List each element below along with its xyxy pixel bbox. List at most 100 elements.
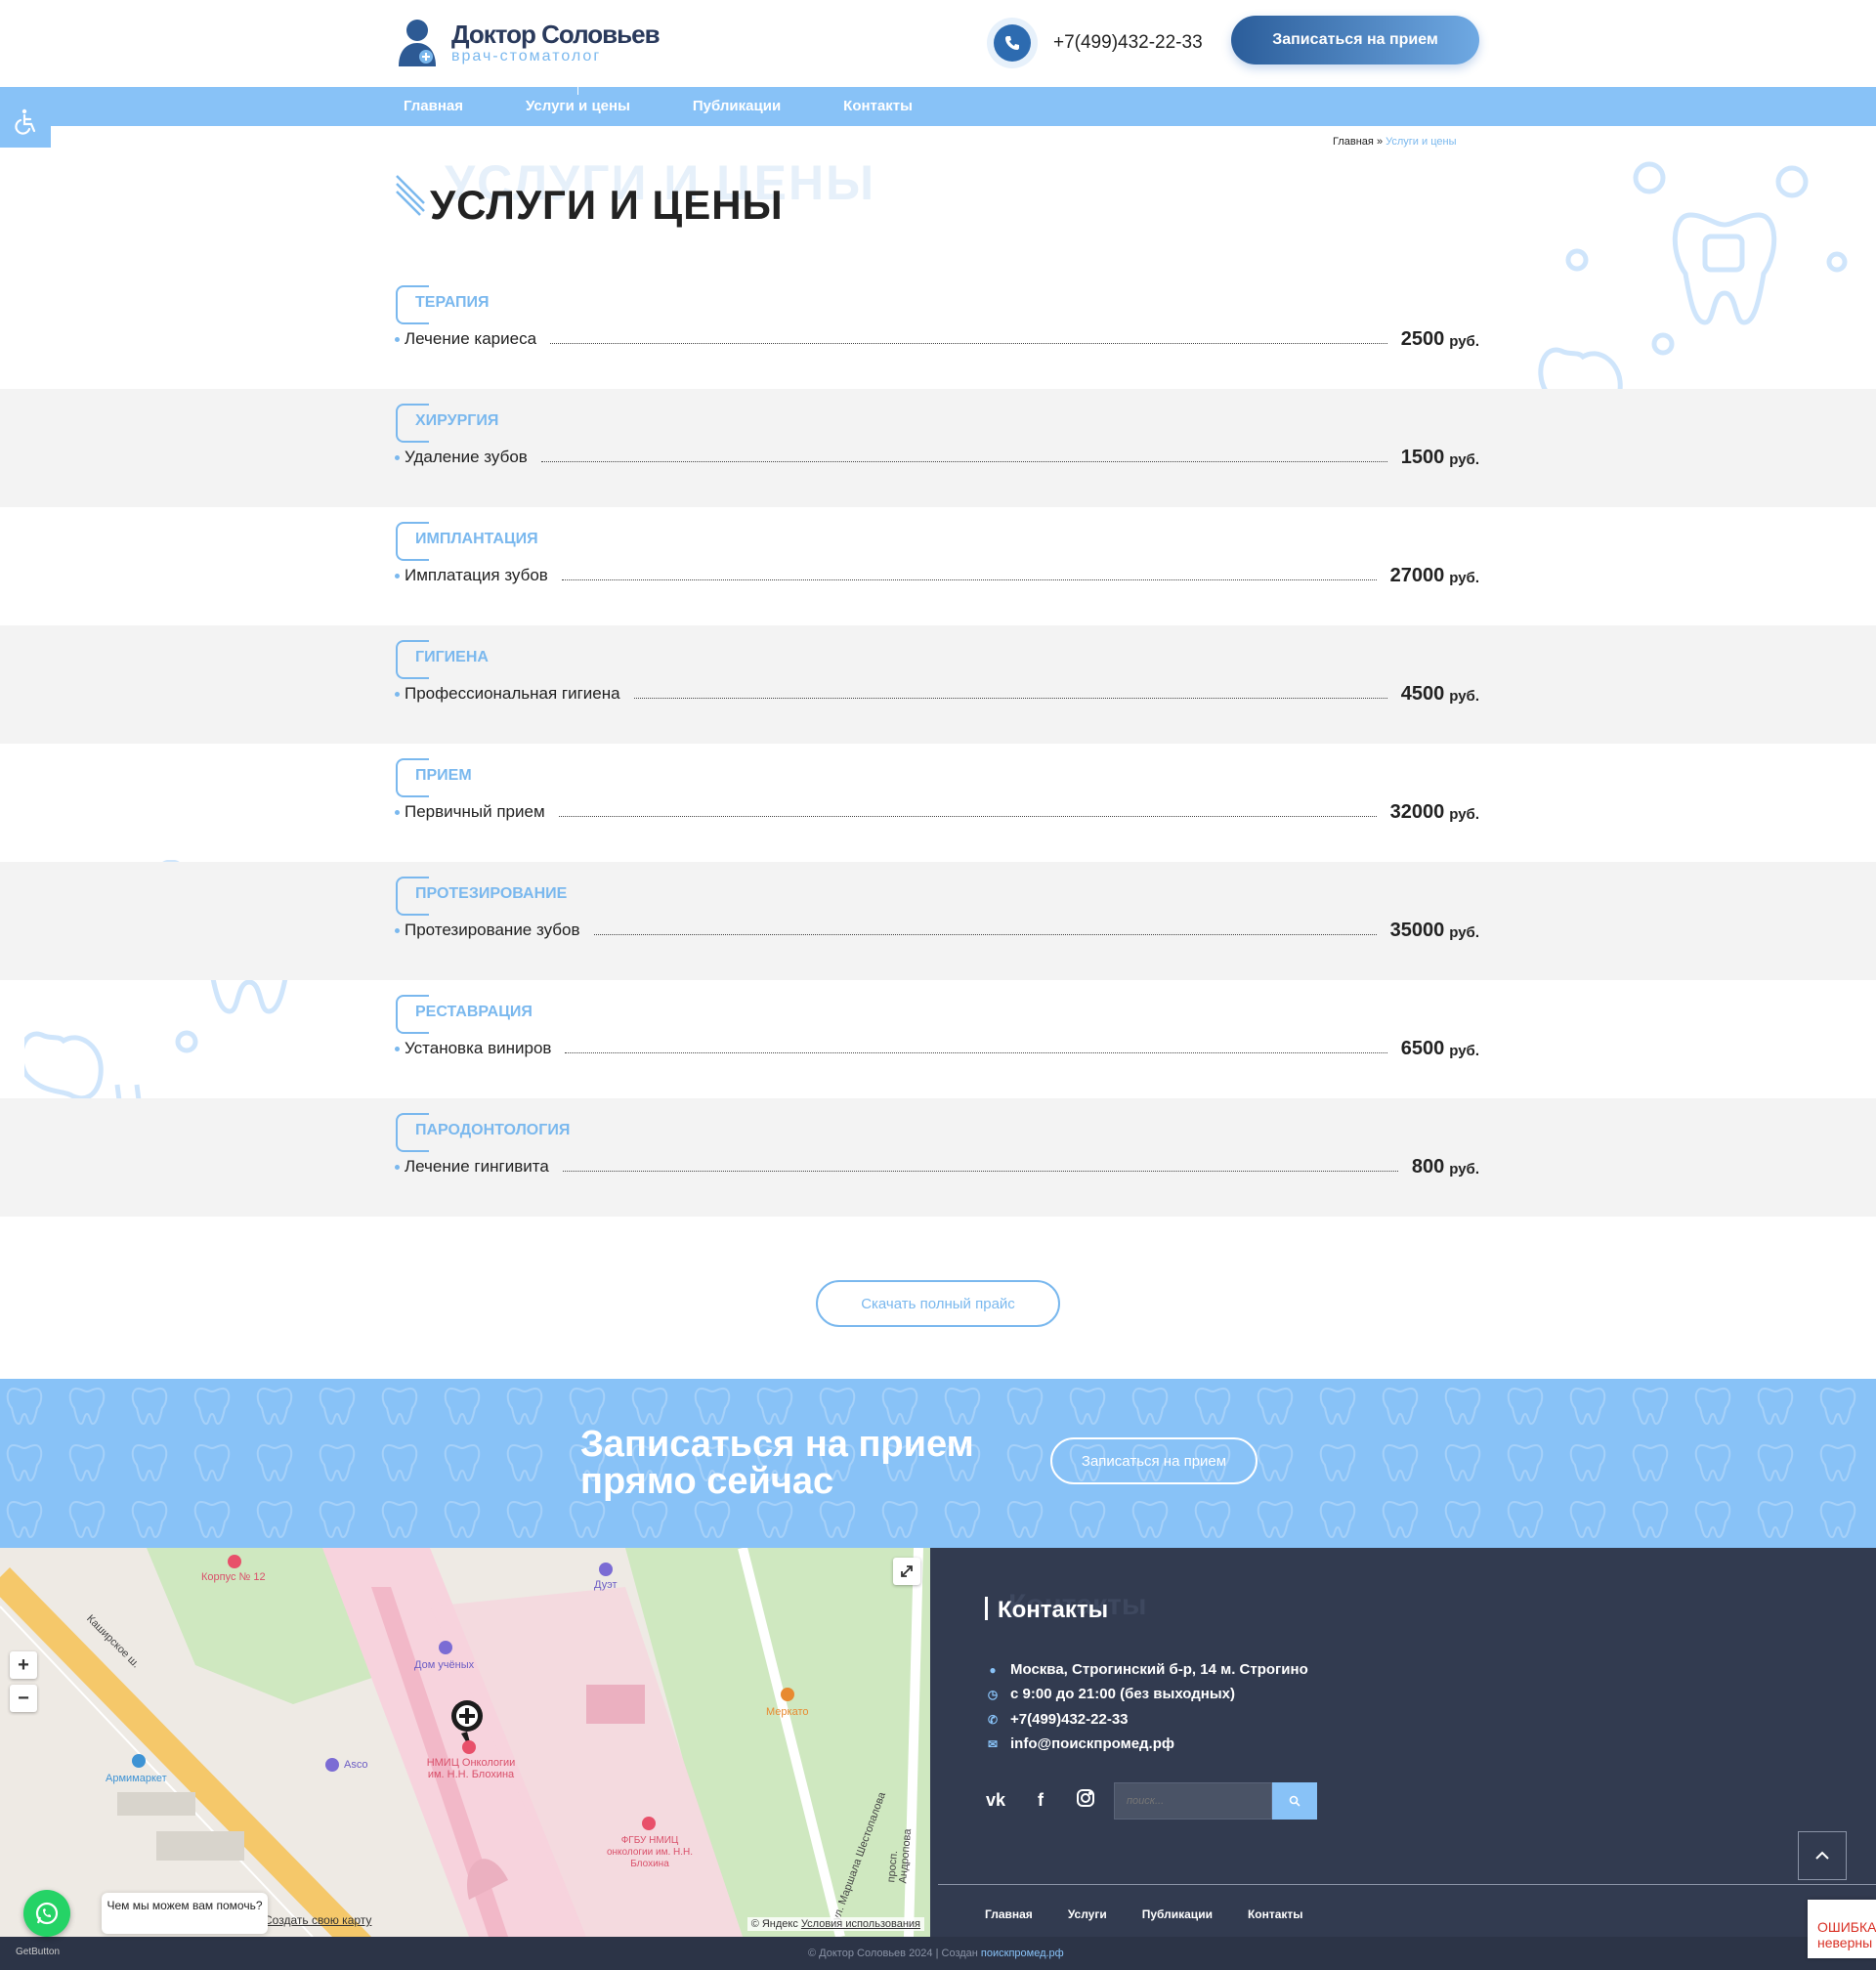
contact-email[interactable]: ✉ info@поискпромед.рф <box>985 1735 1174 1752</box>
bullet-icon <box>395 928 400 933</box>
service-price: 1500 <box>1400 447 1445 468</box>
logo[interactable]: Доктор Соловьев врач-стоматолог <box>395 18 661 68</box>
service-category: РЕСТАВРАЦИЯ <box>415 1004 533 1020</box>
breadcrumb-current: Услуги и цены <box>1386 136 1457 148</box>
service-name: Лечение гингивита <box>405 1157 549 1176</box>
zoom-out-button[interactable]: − <box>10 1685 37 1712</box>
service-line: Удаление зубов 1500 руб. <box>395 440 1479 469</box>
nav-item-services[interactable]: Услуги и цены <box>517 87 639 126</box>
book-appointment-button[interactable]: Записаться на прием <box>1231 16 1479 64</box>
chat-prompt-bubble[interactable]: Чем мы можем вам помочь? <box>102 1893 268 1934</box>
search-input[interactable] <box>1114 1782 1272 1820</box>
page-title: УСЛУГИ И ЦЕНЫ <box>430 182 784 228</box>
zoom-in-button[interactable]: + <box>10 1651 37 1679</box>
map-label[interactable]: Корпус № 12 <box>201 1571 266 1583</box>
service-line: Лечение кариеса 2500 руб. <box>395 321 1479 351</box>
bullet-icon <box>395 1047 400 1051</box>
search-button[interactable] <box>1272 1782 1317 1820</box>
service-row: ПРОТЕЗИРОВАНИЕ Протезирование зубов 3500… <box>0 862 1876 980</box>
envelope-icon: ✉ <box>987 1736 999 1751</box>
service-name: Протезирование зубов <box>405 921 580 939</box>
getbutton-brand[interactable]: GetButton <box>16 1947 60 1957</box>
header-phone[interactable]: +7(499)432-22-33 <box>987 18 1203 68</box>
footer-nav-publications[interactable]: Публикации <box>1142 1907 1213 1921</box>
price-unit: руб. <box>1449 1161 1479 1178</box>
cta-book-button[interactable]: Записаться на прием <box>1050 1437 1258 1484</box>
phone-icon <box>1005 36 1019 50</box>
map-label[interactable]: Дом учёных <box>414 1659 474 1671</box>
whatsapp-icon <box>35 1902 59 1925</box>
site-header: Доктор Соловьев врач-стоматолог +7(499)4… <box>0 0 1876 87</box>
service-category: ПРОТЕЗИРОВАНИЕ <box>415 885 568 902</box>
instagram-icon[interactable] <box>1075 1788 1096 1813</box>
map-label[interactable]: Армимаркет <box>106 1773 167 1784</box>
service-row: ХИРУРГИЯ Удаление зубов 1500 руб. <box>0 389 1876 507</box>
title-stripes-icon <box>396 175 425 216</box>
copyright: © Доктор Соловьев 2024 | Создан поискпро… <box>808 1948 1064 1959</box>
map-label[interactable]: Меркато <box>766 1706 808 1718</box>
service-category: ПАРОДОНТОЛОГИЯ <box>415 1122 571 1138</box>
price-unit: руб. <box>1449 688 1479 705</box>
nav-item-home[interactable]: Главная <box>395 87 472 126</box>
service-line: Лечение гингивита 800 руб. <box>395 1149 1479 1178</box>
contacts-title: Контакты <box>998 1597 1109 1623</box>
service-price: 27000 <box>1389 565 1445 586</box>
vk-icon[interactable]: vk <box>985 1790 1006 1811</box>
bullet-icon <box>395 1165 400 1170</box>
service-line: Протезирование зубов 35000 руб. <box>395 913 1479 942</box>
fullscreen-button[interactable] <box>893 1558 920 1585</box>
service-line: Установка виниров 6500 руб. <box>395 1031 1479 1060</box>
nav-item-contacts[interactable]: Контакты <box>834 87 921 126</box>
expand-icon <box>901 1565 913 1577</box>
dotted-leader <box>561 579 1377 580</box>
map-attribution: © Яндекс Условия использования <box>746 1917 924 1931</box>
service-row: ПАРОДОНТОЛОГИЯ Лечение гингивита 800 руб… <box>0 1098 1876 1217</box>
doctor-logo-icon <box>399 20 436 66</box>
dotted-leader <box>562 1171 1398 1172</box>
footer-nav-contacts[interactable]: Контакты <box>1248 1907 1303 1921</box>
dotted-leader <box>558 816 1377 817</box>
service-name: Имплатация зубов <box>405 566 548 584</box>
map-label[interactable]: Дуэт <box>594 1579 617 1591</box>
map-terms-link[interactable]: Условия использования <box>801 1918 920 1930</box>
footer-nav-home[interactable]: Главная <box>985 1907 1033 1921</box>
service-price: 800 <box>1411 1156 1445 1178</box>
phone-icon-wrap <box>987 18 1038 68</box>
contact-address: ● Москва, Строгинский б-р, 14 м. Строгин… <box>985 1661 1307 1678</box>
main-nav: Главная Услуги и цены Публикации Контакт… <box>0 87 1876 126</box>
service-row: ПРИЕМ Первичный прием 32000 руб. <box>0 744 1876 862</box>
email-text[interactable]: info@поискпромед.рф <box>1010 1735 1174 1752</box>
price-unit: руб. <box>1449 570 1479 586</box>
breadcrumb-home[interactable]: Главная <box>1333 136 1374 148</box>
footer-nav-services[interactable]: Услуги <box>1068 1907 1107 1921</box>
service-row: ТЕРАПИЯ Лечение кариеса 2500 руб. <box>0 271 1876 389</box>
facebook-icon[interactable]: f <box>1030 1790 1051 1811</box>
cta-title-line1: Записаться на прием <box>580 1424 974 1465</box>
contact-phone[interactable]: ✆ +7(499)432-22-33 <box>985 1711 1129 1728</box>
create-map-link[interactable]: Создать свою карту <box>264 1913 371 1927</box>
yandex-map[interactable]: Корпус № 12 Дом учёных Дуэт Армимаркет A… <box>0 1548 930 1937</box>
accessibility-button[interactable] <box>0 97 51 148</box>
yandex-copyright: © Яндекс <box>750 1918 798 1930</box>
map-label[interactable]: НМИЦ Онкологии им. Н.Н. Блохина <box>422 1757 520 1780</box>
contact-hours: ◷ с 9:00 до 21:00 (без выходных) <box>985 1686 1235 1702</box>
creator-link[interactable]: поискпромед.рф <box>981 1948 1064 1959</box>
phone-number: +7(499)432-22-33 <box>1053 32 1203 53</box>
price-unit: руб. <box>1449 924 1479 941</box>
download-price-button[interactable]: Скачать полный прайс <box>816 1280 1060 1327</box>
price-unit: руб. <box>1449 806 1479 823</box>
phone-text[interactable]: +7(499)432-22-33 <box>1010 1711 1129 1728</box>
wheelchair-icon <box>15 108 36 135</box>
bullet-icon <box>395 337 400 342</box>
service-category: ХИРУРГИЯ <box>415 412 499 429</box>
nav-item-publications[interactable]: Публикации <box>684 87 789 126</box>
map-graphic <box>0 1548 930 1937</box>
footer-nav: Главная Услуги Публикации Контакты <box>985 1907 1339 1921</box>
map-label[interactable]: Asco <box>344 1759 367 1771</box>
service-row: ГИГИЕНА Профессиональная гигиена 4500 ру… <box>0 625 1876 744</box>
scroll-to-top-button[interactable] <box>1798 1831 1847 1880</box>
price-unit: руб. <box>1449 1043 1479 1059</box>
dotted-leader <box>565 1052 1387 1053</box>
whatsapp-chat-button[interactable] <box>23 1890 70 1937</box>
map-label[interactable]: ФГБУ НМИЦ онкологии им. Н.Н. Блохина <box>606 1835 694 1870</box>
